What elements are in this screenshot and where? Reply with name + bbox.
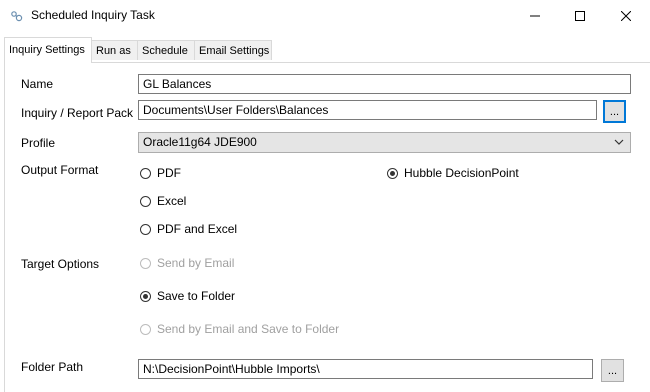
radio-label: Save to Folder (157, 289, 236, 303)
radio-label: PDF (157, 166, 181, 180)
window-title: Scheduled Inquiry Task (31, 8, 155, 22)
radio-checked-icon (140, 290, 151, 302)
pack-browse-button[interactable]: ... (603, 100, 626, 123)
close-button[interactable] (603, 0, 649, 31)
maximize-button[interactable] (557, 0, 603, 31)
chevron-down-icon (614, 139, 624, 145)
radio-hubble-decisionpoint[interactable]: Hubble DecisionPoint (387, 166, 519, 180)
tab-strip: Inquiry Settings Run as Schedule Email S… (0, 36, 650, 64)
radio-pdf[interactable]: PDF (140, 166, 181, 180)
profile-value: Oracle11g64 JDE900 (143, 135, 257, 149)
folder-browse-button[interactable]: ... (601, 359, 624, 382)
name-input[interactable]: GL Balances (138, 74, 631, 94)
radio-send-by-email: Send by Email (140, 256, 234, 270)
radio-circle-icon (140, 323, 151, 335)
folder-path-label: Folder Path (21, 360, 84, 374)
radio-circle-icon (140, 223, 151, 235)
close-icon (621, 10, 631, 21)
tab-label: Inquiry Settings (9, 44, 85, 56)
tab-label: Run as (96, 45, 131, 57)
name-label: Name (21, 77, 54, 91)
radio-circle-icon (140, 167, 151, 179)
radio-label: Send by Email (157, 256, 235, 270)
minimize-icon (530, 15, 540, 16)
radio-checked-icon (387, 167, 398, 179)
minimize-button[interactable] (512, 0, 558, 31)
radio-label: Hubble DecisionPoint (404, 166, 519, 180)
tab-run-as[interactable]: Run as (91, 40, 138, 60)
target-options-label: Target Options (21, 257, 100, 271)
radio-circle-icon (140, 195, 151, 207)
tab-label: Schedule (142, 45, 188, 57)
profile-select[interactable]: Oracle11g64 JDE900 (138, 132, 631, 153)
radio-send-email-and-save: Send by Email and Save to Folder (140, 322, 339, 336)
tab-label: Email Settings (199, 45, 270, 57)
title-bar: Scheduled Inquiry Task (0, 0, 650, 31)
pack-label: Inquiry / Report Pack (21, 106, 134, 120)
radio-excel[interactable]: Excel (140, 194, 186, 208)
pack-input[interactable]: Documents\User Folders\Balances (138, 100, 597, 120)
radio-label: Excel (157, 194, 187, 208)
profile-label: Profile (21, 136, 56, 150)
app-icon (9, 8, 25, 24)
tab-email-settings[interactable]: Email Settings (194, 40, 272, 60)
output-format-label: Output Format (21, 163, 99, 177)
tab-inquiry-settings[interactable]: Inquiry Settings (4, 37, 92, 63)
tab-schedule[interactable]: Schedule (137, 40, 195, 60)
folder-path-input[interactable]: N:\DecisionPoint\Hubble Imports\ (138, 359, 593, 379)
maximize-icon (575, 10, 585, 21)
radio-circle-icon (140, 257, 151, 269)
radio-save-to-folder[interactable]: Save to Folder (140, 289, 235, 303)
radio-label: Send by Email and Save to Folder (157, 322, 340, 336)
radio-pdf-and-excel[interactable]: PDF and Excel (140, 222, 237, 236)
radio-label: PDF and Excel (157, 222, 238, 236)
